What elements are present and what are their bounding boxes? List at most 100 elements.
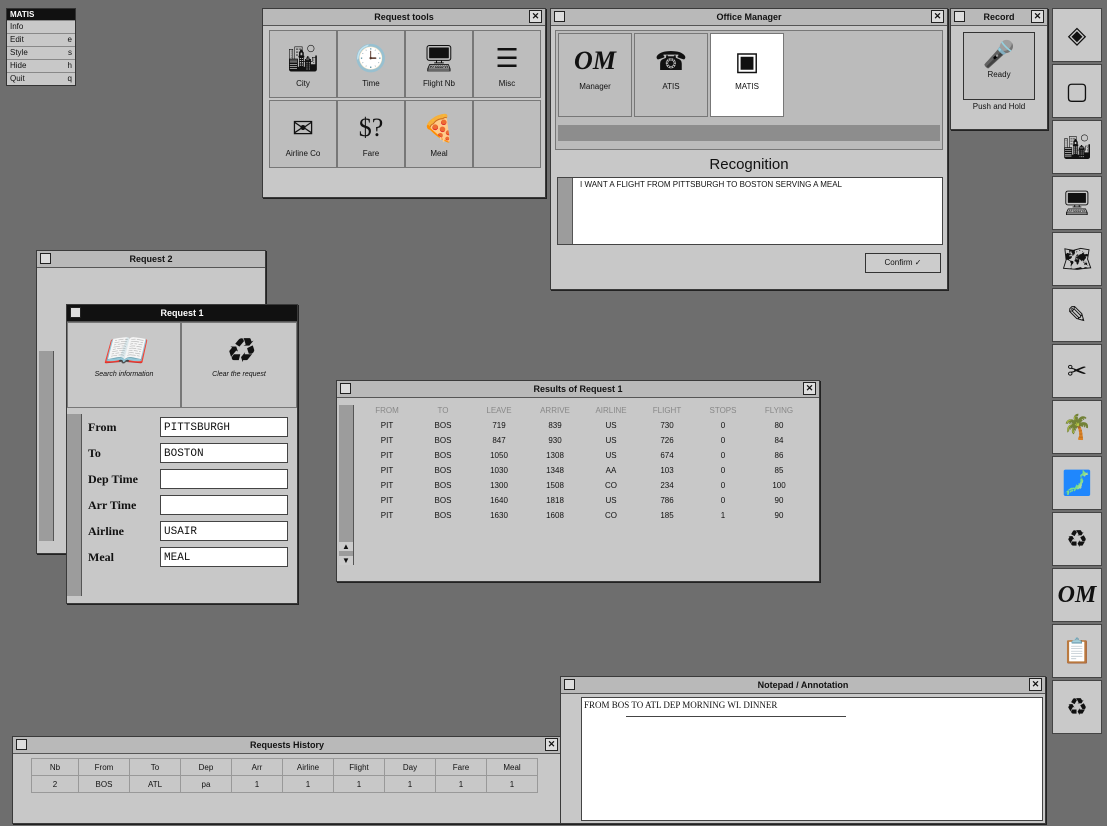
office-manager-titlebar[interactable]: Office Manager ✕ (551, 9, 947, 26)
record-titlebar[interactable]: Record ✕ (951, 9, 1047, 26)
window-menu-icon[interactable] (564, 679, 575, 690)
pizza-icon: 🍕 (422, 112, 456, 143)
recognition-scrollbar[interactable] (558, 178, 573, 244)
close-icon[interactable]: ✕ (1031, 10, 1044, 23)
history-titlebar[interactable]: Requests History ✕ (13, 737, 561, 754)
notepad-text-area[interactable]: FROM BOS TO ATL DEP MORNING WI. DINNER (581, 697, 1043, 821)
request-tools-window: Request tools ✕ 🏙 City 🕒 Time 🖥 Flight Nb ☰ M… (262, 8, 546, 198)
close-icon[interactable]: ✕ (1029, 678, 1042, 691)
menu-item-quit[interactable]: Quit q (7, 72, 75, 85)
edit-icon[interactable]: ✎ (1052, 288, 1102, 342)
menu-item-info[interactable]: Info (7, 20, 75, 33)
close-icon[interactable]: ✕ (803, 382, 816, 395)
history-row[interactable]: 2 BOS ATL pa 1 11111 (31, 775, 538, 793)
app-scrollbar[interactable] (558, 125, 940, 141)
dep-time-field[interactable] (160, 469, 288, 489)
om-logo-icon: OM (574, 46, 616, 75)
meal-field[interactable]: MEAL (160, 547, 288, 567)
fare-icon: $? (358, 113, 384, 142)
record-button[interactable]: 🎤 Ready (963, 32, 1035, 100)
recycle2-icon[interactable]: ♻ (1052, 680, 1102, 734)
results-titlebar[interactable]: Results of Request 1 ✕ (337, 381, 819, 398)
clear-request-button[interactable]: ♻ Clear the request (181, 322, 297, 408)
window-menu-icon[interactable] (554, 11, 565, 22)
results-row[interactable]: PIT BOS 847 930 US 726 0 84 (359, 433, 807, 448)
clock-icon: 🕒 (354, 42, 388, 73)
arr-time-field[interactable] (160, 495, 288, 515)
monitor-icon[interactable]: 🖥 (1052, 176, 1102, 230)
tool-misc[interactable]: ☰ Misc (473, 30, 541, 98)
airline-field[interactable]: USAIR (160, 521, 288, 541)
app-atis[interactable]: ☎ ATIS (634, 33, 708, 117)
window-icon[interactable]: ▢ (1052, 64, 1102, 118)
map-icon[interactable]: 🗾 (1052, 456, 1102, 510)
ticket-icon: ✉ (292, 112, 314, 143)
results-header-row: FROM TO LEAVE ARRIVE AIRLINE FLIGHT STOPS FLYI… (375, 406, 794, 415)
request2-titlebar[interactable]: Request 2 (37, 251, 265, 268)
window-menu-icon[interactable] (40, 253, 51, 264)
request2-scrollbar[interactable] (39, 351, 54, 541)
window-menu-icon[interactable] (340, 383, 351, 394)
menu-item-hide[interactable]: Hide h (7, 59, 75, 72)
menu-item-style[interactable]: Style s (7, 46, 75, 59)
recycle-icon[interactable]: ♻ (1052, 512, 1102, 566)
app-matis[interactable]: ▣ MATIS (710, 33, 784, 117)
request1-scrollbar[interactable] (67, 414, 82, 596)
results-row[interactable]: PIT BOS 1630 1608 CO 185 1 90 (359, 508, 807, 523)
from-field[interactable]: PITTSBURGH (160, 417, 288, 437)
recognition-text-area[interactable]: I WANT A FLIGHT FROM PITTSBURGH TO BOSTO… (557, 177, 943, 245)
close-icon[interactable]: ✕ (545, 738, 558, 751)
results-row[interactable]: PIT BOS 1050 1308 US 674 0 86 (359, 448, 807, 463)
tool-airline-co[interactable]: ✉ Airline Co (269, 100, 337, 168)
history-table: Nb From To Dep Arr Airline Flight Day Fare Meal … (31, 758, 538, 793)
tool-time[interactable]: 🕒 Time (337, 30, 405, 98)
close-icon[interactable]: ✕ (529, 10, 542, 23)
cube-icon[interactable]: ◈ (1052, 8, 1102, 62)
list-icon: ☰ (495, 42, 519, 73)
scroll-down-icon[interactable]: ▼ (339, 556, 353, 565)
monitor-icon: 🖥 (422, 42, 456, 73)
results-scrollbar[interactable]: ▲ ▼ (339, 405, 354, 565)
results-row[interactable]: PIT BOS 1030 1348 AA 103 0 85 (359, 463, 807, 478)
history-header-row: Nb From To Dep Arr Airline Flight Day Fare Meal (31, 758, 538, 776)
tools-icon[interactable]: ✂ (1052, 344, 1102, 398)
history-window: Requests History ✕ Nb From To Dep Arr Airline… (12, 736, 562, 824)
window-menu-icon[interactable] (954, 11, 965, 22)
request-tools-titlebar[interactable]: Request tools ✕ (263, 9, 545, 26)
tool-fare[interactable]: $? Fare (337, 100, 405, 168)
menu-title: MATIS (7, 9, 75, 20)
notepad-text: FROM BOS TO ATL DEP MORNING WI. DINNER (584, 700, 778, 710)
search-information-button[interactable]: 📖 Search information (67, 322, 181, 408)
tool-flight-nb[interactable]: 🖥 Flight Nb (405, 30, 473, 98)
scroll-up-icon[interactable]: ▲ (339, 542, 353, 551)
arr-time-row: Arr Time (84, 492, 288, 518)
notes-icon[interactable]: 📋 (1052, 624, 1102, 678)
window-menu-icon[interactable] (70, 307, 81, 318)
globe-icon[interactable]: 🗺 (1052, 232, 1102, 286)
results-row[interactable]: PIT BOS 719 839 US 730 0 80 (359, 418, 807, 433)
results-row[interactable]: PIT BOS 1300 1508 CO 234 0 100 (359, 478, 807, 493)
notepad-titlebar[interactable]: Notepad / Annotation ✕ (561, 677, 1045, 694)
results-row[interactable]: PIT BOS 1640 1818 US 786 0 90 (359, 493, 807, 508)
airline-row: Airline USAIR (84, 518, 288, 544)
to-row: To BOSTON (84, 440, 288, 466)
tool-meal[interactable]: 🍕 Meal (405, 100, 473, 168)
phone-icon: ☎ (654, 45, 688, 76)
confirm-button[interactable]: Confirm ✓ (865, 253, 941, 273)
to-field[interactable]: BOSTON (160, 443, 288, 463)
city-icon[interactable]: 🏙 (1052, 120, 1102, 174)
right-dock: ◈ ▢ 🏙 🖥 🗺 ✎ ✂ 🌴 🗾 ♻ OM 📋 ♻ (1052, 8, 1104, 736)
palm-icon[interactable]: 🌴 (1052, 400, 1102, 454)
tool-city[interactable]: 🏙 City (269, 30, 337, 98)
microphone-icon: 🎤 (982, 39, 1016, 69)
app-manager[interactable]: OM Manager (558, 33, 632, 117)
request1-titlebar[interactable]: Request 1 (67, 305, 297, 322)
recycle-icon: ♻ (223, 332, 255, 370)
om-icon[interactable]: OM (1052, 568, 1102, 622)
recognition-title: Recognition (709, 156, 789, 173)
from-row: From PITTSBURGH (84, 414, 288, 440)
app-menu: MATIS Info Edit e Style s Hide h Quit q (6, 8, 76, 86)
close-icon[interactable]: ✕ (931, 10, 944, 23)
window-menu-icon[interactable] (16, 739, 27, 750)
menu-item-edit[interactable]: Edit e (7, 33, 75, 46)
